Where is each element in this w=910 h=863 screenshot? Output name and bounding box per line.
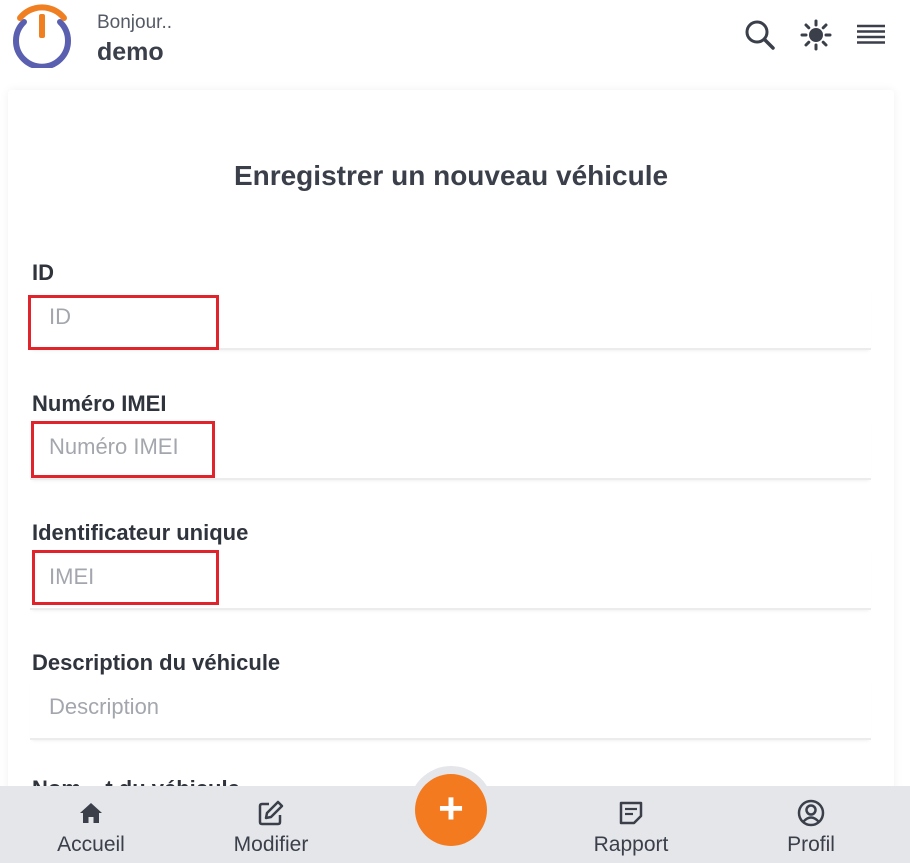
nav-item-rapport[interactable]: Rapport <box>561 786 701 863</box>
home-icon <box>76 798 106 828</box>
nav-label-modifier: Modifier <box>233 833 309 856</box>
nav-item-modifier[interactable]: Modifier <box>201 786 341 863</box>
nav-label-profil: Profil <box>787 833 835 856</box>
app-header: Bonjour.. demo <box>0 0 910 90</box>
id-field-container <box>30 286 871 350</box>
id-label: ID <box>32 260 54 285</box>
unique-id-field-container <box>30 546 871 610</box>
imei-input[interactable] <box>30 416 871 478</box>
nav-item-profil[interactable]: Profil <box>741 786 881 863</box>
nav-label-rapport: Rapport <box>593 833 669 856</box>
description-label: Description du véhicule <box>32 650 281 675</box>
menu-icon[interactable] <box>854 18 888 52</box>
nav-label-accueil: Accueil <box>57 833 125 856</box>
report-icon <box>616 798 646 828</box>
imei-field-container <box>30 416 871 480</box>
app-logo <box>10 4 74 70</box>
greeting-text: Bonjour.. <box>97 12 172 33</box>
vehicle-form-card: Enregistrer un nouveau véhicule ID Numér… <box>8 90 894 810</box>
description-input[interactable] <box>30 676 871 738</box>
plus-icon: + <box>438 784 464 833</box>
edit-icon <box>256 798 286 828</box>
brightness-icon[interactable] <box>799 18 833 52</box>
username-text: demo <box>97 38 164 66</box>
form-title: Enregistrer un nouveau véhicule <box>233 160 669 191</box>
imei-label: Numéro IMEI <box>32 391 167 416</box>
unique-id-input[interactable] <box>30 546 871 608</box>
add-vehicle-button[interactable]: + <box>415 774 487 846</box>
search-icon[interactable] <box>743 18 777 52</box>
profile-icon <box>796 798 826 828</box>
description-field-container <box>30 676 871 740</box>
id-input[interactable] <box>30 286 871 348</box>
unique-id-label: Identificateur unique <box>32 520 249 545</box>
nav-item-accueil[interactable]: Accueil <box>21 786 161 863</box>
